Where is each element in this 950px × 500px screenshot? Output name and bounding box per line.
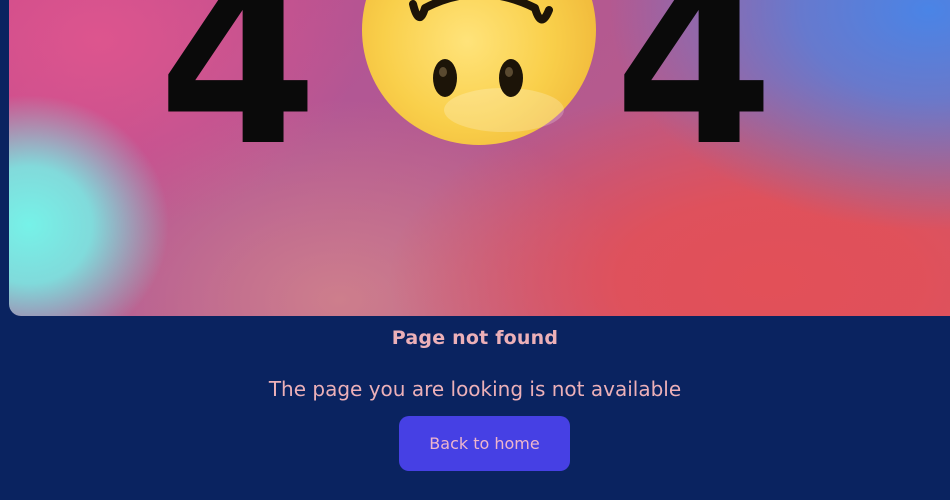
hero-404-image: 4 4 [9,0,950,316]
digit-four-left: 4 [158,0,318,197]
page-subtitle: The page you are looking is not availabl… [268,377,682,401]
page-title: Page not found [391,327,559,349]
hero-404-graphic: 4 4 [158,0,774,197]
upside-down-face-emoji-icon [362,0,596,145]
digit-four-right: 4 [614,0,774,197]
back-to-home-button[interactable]: Back to home [399,416,570,471]
not-found-page: 4 4 Page not found The page you are look… [0,0,950,500]
